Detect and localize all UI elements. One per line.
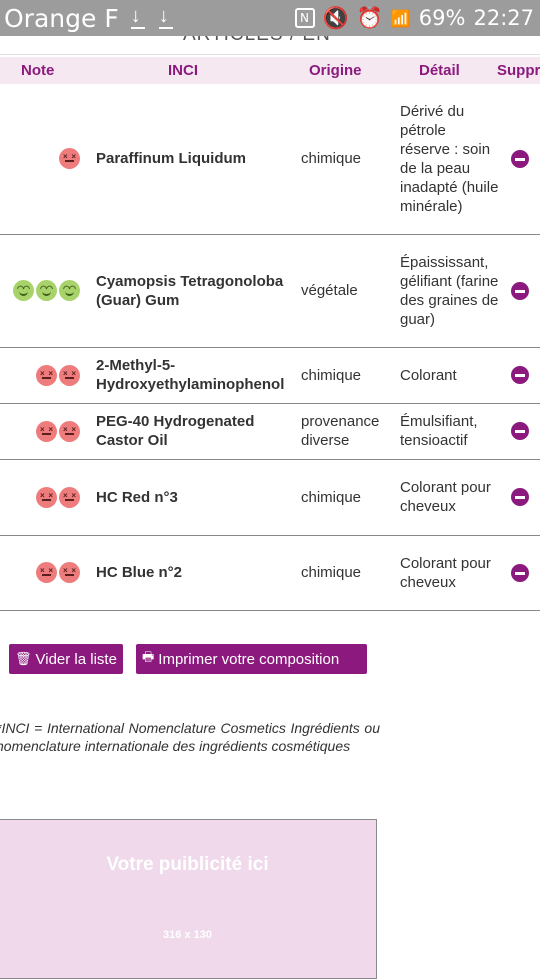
rating-cell: × × × × (0, 403, 88, 460)
sad-face-icon: × × (36, 420, 57, 442)
print-composition-label: Imprimer votre composition (158, 650, 340, 668)
origin: végétale (294, 234, 400, 348)
inci-name: Cyamopsis Tetragonoloba (Guar) Gum (88, 234, 294, 348)
inci-name: HC Red n°3 (88, 459, 294, 536)
printer-icon: 🖶 (142, 649, 155, 664)
inci-footnote: *INCI = International Nomenclature Cosme… (0, 720, 380, 754)
alarm-icon: ⏰ (356, 5, 383, 30)
detail: Colorant pour cheveux (400, 535, 500, 611)
table-row: × × × × HC Blue n°2 chimique Colorant pour che… (0, 535, 540, 611)
remove-cell (500, 84, 540, 235)
battery-level: 69% (418, 6, 466, 30)
remove-icon[interactable] (511, 563, 529, 582)
trash-icon: 🗑 (15, 651, 32, 666)
inci-name: PEG-40 Hydrogenated Castor Oil (88, 403, 294, 460)
clear-list-label: Vider la liste (35, 650, 117, 668)
wifi-icon: 📶 (390, 8, 411, 28)
remove-cell (500, 535, 540, 611)
table-row: ◠ ◠ ◠ ◠ ◠ ◠ Cyamopsis Tetragonoloba (Guar) Gum… (0, 234, 540, 348)
origin: provenance diverse (294, 403, 400, 460)
table-row: × × × × 2-Methyl-5-Hydroxyethylaminophenol ch… (0, 347, 540, 404)
remove-cell (500, 234, 540, 348)
ad-title: Votre puiblicité ici (106, 854, 269, 875)
ingredients-table: × × Paraffinum Liquidum chimique Dérivé du p… (0, 84, 540, 611)
table-row: × × × × HC Red n°3 chimique Colorant pour chev… (0, 459, 540, 536)
header-note: Note (21, 62, 55, 79)
download-icon: ↓ (129, 6, 147, 30)
detail: Colorant pour cheveux (400, 459, 500, 536)
carrier-name: Orange F (4, 3, 119, 33)
remove-cell (500, 459, 540, 536)
header-origine: Origine (309, 62, 362, 79)
origin: chimique (294, 84, 400, 235)
table-header: Note INCI Origine Détail Suppr. (0, 57, 540, 84)
sad-face-icon: × × (59, 148, 80, 170)
status-bar: Orange F ↓ ↓ N 🔇 ⏰ 📶 69% 22:27 (0, 0, 540, 36)
detail: Dérivé du pétrole réserve : soin de la p… (400, 84, 500, 235)
nfc-icon: N (294, 8, 315, 28)
rating-cell: × × × × (0, 535, 88, 611)
mute-icon: 🔇 (322, 5, 349, 30)
table-row: × × × × PEG-40 Hydrogenated Castor Oil proven… (0, 403, 540, 460)
sad-face-icon: × × (59, 420, 80, 442)
sad-face-icon: × × (59, 364, 80, 386)
clock: 22:27 (473, 6, 534, 30)
remove-icon[interactable] (511, 366, 529, 385)
download-icon: ↓ (157, 6, 175, 30)
header-suppr: Suppr. (497, 62, 540, 79)
rating-cell: ◠ ◠ ◠ ◠ ◠ ◠ (0, 234, 88, 348)
detail: Émulsifiant, tensioactif (400, 403, 500, 460)
sad-face-icon: × × (36, 562, 57, 583)
sad-face-icon: × × (59, 562, 80, 583)
remove-icon[interactable] (511, 149, 529, 168)
remove-icon[interactable] (511, 422, 529, 441)
breadcrumb-strip: ARTICLES / EN (0, 36, 540, 55)
inci-name: Paraffinum Liquidum (88, 84, 294, 235)
table-row: × × Paraffinum Liquidum chimique Dérivé du p… (0, 84, 540, 235)
sad-face-icon: × × (36, 364, 57, 386)
origin: chimique (294, 535, 400, 611)
happy-face-icon: ◠ ◠ (59, 280, 80, 301)
inci-name: HC Blue n°2 (88, 535, 294, 611)
header-inci: INCI (168, 62, 198, 79)
ad-placeholder[interactable]: Votre puiblicité ici 316 x 130 (0, 819, 377, 979)
print-composition-button[interactable]: 🖶 Imprimer votre composition (136, 644, 367, 674)
remove-icon[interactable] (511, 281, 529, 300)
happy-face-icon: ◠ ◠ (13, 280, 34, 301)
remove-icon[interactable] (511, 488, 529, 507)
detail: Épaississant, gélifiant (farine des grai… (400, 234, 500, 348)
remove-cell (500, 403, 540, 460)
clear-list-button[interactable]: 🗑 Vider la liste (9, 644, 123, 674)
origin: chimique (294, 347, 400, 404)
sad-face-icon: × × (59, 486, 80, 508)
inci-name: 2-Methyl-5-Hydroxyethylaminophenol (88, 347, 294, 404)
header-detail: Détail (419, 62, 460, 79)
ad-size: 316 x 130 (163, 929, 212, 941)
rating-cell: × × × × (0, 459, 88, 536)
sad-face-icon: × × (36, 486, 57, 508)
breadcrumb[interactable]: ARTICLES / EN (183, 36, 331, 46)
origin: chimique (294, 459, 400, 536)
rating-cell: × × × × (0, 347, 88, 404)
detail: Colorant (400, 347, 500, 404)
rating-cell: × × (0, 84, 88, 235)
happy-face-icon: ◠ ◠ (36, 280, 57, 301)
remove-cell (500, 347, 540, 404)
